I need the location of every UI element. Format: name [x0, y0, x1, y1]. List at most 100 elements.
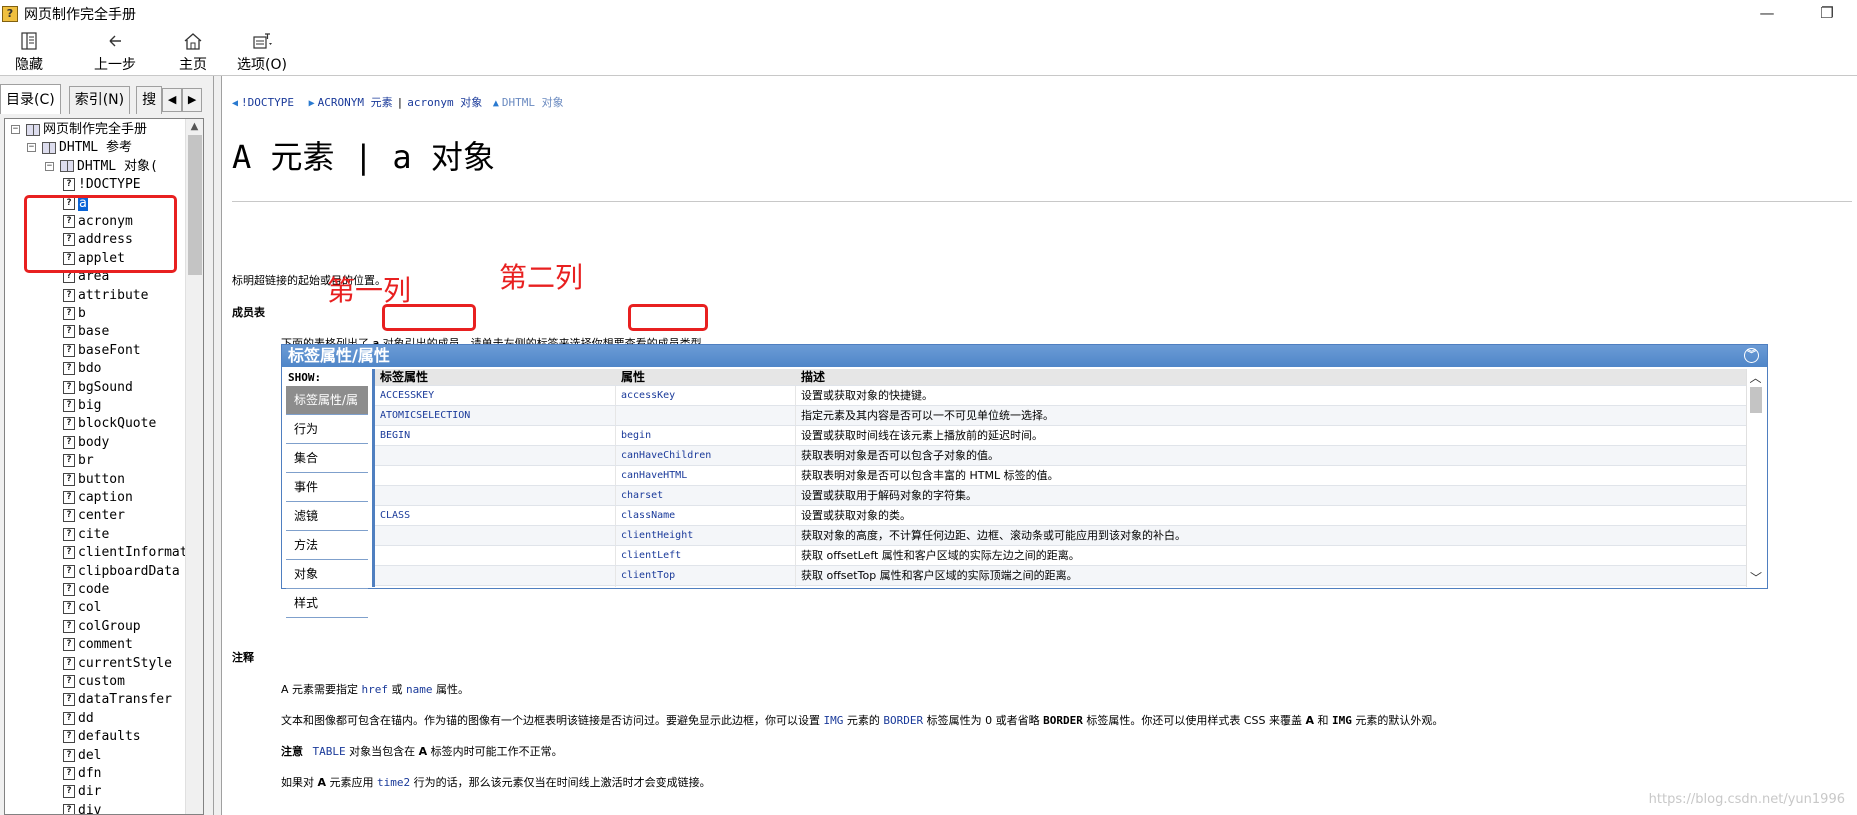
tree-scroll-up-icon[interactable]: ▲	[186, 119, 203, 135]
member-type-item[interactable]: 标签属性/属性	[286, 386, 368, 436]
attribute-cell[interactable]: BEGIN	[375, 426, 615, 445]
tree-item[interactable]: − DHTML 对象(	[45, 158, 158, 176]
note1-href-link[interactable]: href	[362, 683, 389, 696]
tree-item[interactable]: ? button	[63, 471, 125, 489]
tree-item[interactable]: ? bdo	[63, 360, 101, 378]
table-scroll-up-icon[interactable]: ︿	[1747, 369, 1764, 387]
property-cell[interactable]: clientWidth	[615, 586, 795, 587]
property-cell[interactable]: clientTop	[615, 566, 795, 585]
restore-button[interactable]: ❐	[1797, 0, 1857, 28]
tree-item[interactable]: ? currentStyle	[63, 655, 172, 673]
minimize-button[interactable]: —	[1737, 0, 1797, 28]
tree-item[interactable]: ? code	[63, 581, 109, 599]
member-type-item[interactable]: 事件	[286, 473, 368, 502]
tree-item[interactable]: ? address	[63, 231, 133, 249]
tree-item[interactable]: ? base	[63, 323, 109, 341]
tree-item[interactable]: ? cite	[63, 526, 109, 544]
tree-item[interactable]: ?clientInformation	[63, 544, 185, 562]
note3-table-link[interactable]: TABLE	[313, 745, 346, 758]
tree-item[interactable]: ? del	[63, 747, 101, 765]
collapse-icon[interactable]: ︾	[1744, 348, 1759, 363]
attribute-cell[interactable]: CLASS	[375, 506, 615, 525]
pane-splitter[interactable]	[214, 76, 222, 815]
tree-item[interactable]: ? defaults	[63, 728, 141, 746]
tree-item[interactable]: ? body	[63, 434, 109, 452]
tab-scroll-right-button[interactable]: ▶	[182, 88, 203, 112]
tree-item[interactable]: ? caption	[63, 489, 133, 507]
table-scroll-thumb[interactable]	[1750, 387, 1762, 413]
tree-item[interactable]: − DHTML 参考	[27, 139, 132, 157]
note4-time2-link[interactable]: time2	[377, 776, 410, 789]
table-scroll-down-icon[interactable]: ﹀	[1747, 569, 1764, 587]
breadcrumb-next-link[interactable]: ACRONYM 元素	[318, 96, 393, 109]
property-cell[interactable]: accessKey	[615, 386, 795, 405]
tree-item[interactable]: ? comment	[63, 636, 133, 654]
tree-item[interactable]: ? br	[63, 452, 94, 470]
tree-item[interactable]: ? bgSound	[63, 379, 133, 397]
tree-item[interactable]: ? custom	[63, 673, 125, 691]
back-button[interactable]: 上一步	[72, 28, 158, 76]
tree-item[interactable]: ? colGroup	[63, 618, 141, 636]
property-cell[interactable]: clientLeft	[615, 546, 795, 565]
member-type-item[interactable]: 方法	[286, 531, 368, 560]
tree-collapse-icon[interactable]: −	[27, 143, 36, 153]
description-cell: 获取对象的高度，不计算任何边距、边框、滚动条或可能应用到该对象的补白。	[795, 526, 1749, 545]
property-cell[interactable]: begin	[615, 426, 795, 445]
home-button[interactable]: 主页	[168, 28, 218, 76]
tree-item[interactable]: ? col	[63, 599, 101, 617]
attribute-cell[interactable]: ACCESSKEY	[375, 386, 615, 405]
member-type-item[interactable]: 集合	[286, 444, 368, 473]
property-cell[interactable]: className	[615, 506, 795, 525]
help-page-icon: ?	[63, 380, 75, 394]
note3-part1: 对象当包含在	[349, 745, 416, 758]
tree-collapse-icon[interactable]: −	[11, 125, 20, 134]
tree-item[interactable]: ? baseFont	[63, 342, 141, 360]
note1-name-link[interactable]: name	[406, 683, 433, 696]
tree-item[interactable]: ? acronym	[63, 213, 133, 231]
property-cell[interactable]: charset	[615, 486, 795, 505]
home-icon	[184, 33, 202, 50]
note2-img-link[interactable]: IMG	[824, 714, 844, 727]
tree-item[interactable]: ? area	[63, 268, 109, 286]
tree-item[interactable]: ? b	[63, 305, 86, 323]
tab-contents[interactable]: 目录(C)	[0, 84, 61, 114]
notes-heading: 注释	[232, 651, 254, 664]
tree-item[interactable]: ? clipboardData	[63, 563, 180, 581]
tree-item[interactable]: ? a	[63, 195, 88, 213]
tree-scroll-thumb[interactable]	[188, 135, 202, 275]
note2-border-link[interactable]: BORDER	[883, 714, 923, 727]
tree-item[interactable]: − 网页制作完全手册	[11, 121, 147, 139]
tree-scrollbar[interactable]: ▲	[185, 119, 203, 814]
tree-item[interactable]: ? center	[63, 507, 125, 525]
property-cell[interactable]: canHaveChildren	[615, 446, 795, 465]
tree-item[interactable]: ? dir	[63, 783, 101, 801]
member-type-item[interactable]: 样式	[286, 589, 368, 618]
attribute-cell[interactable]: ATOMICSELECTION	[375, 406, 615, 425]
tab-search[interactable]: 搜	[136, 86, 163, 114]
tree-item[interactable]: ? attribute	[63, 287, 148, 305]
breadcrumb-next-object-link[interactable]: acronym 对象	[407, 96, 482, 109]
options-button[interactable]: 选项(O)	[232, 28, 292, 76]
member-type-item[interactable]: 对象	[286, 560, 368, 589]
tree-item[interactable]: ? dfn	[63, 765, 101, 783]
hide-button[interactable]: 隐藏	[0, 28, 58, 76]
tree-item[interactable]: ? blockQuote	[63, 415, 156, 433]
tree-item[interactable]: ? !DOCTYPE	[63, 176, 141, 194]
members-table-scrollbar[interactable]: ︿ ﹀	[1746, 369, 1764, 587]
next-triangle-icon: ▶	[308, 98, 315, 109]
tree-item[interactable]: ? div	[63, 802, 101, 814]
breadcrumb-up-link[interactable]: DHTML 对象	[502, 96, 564, 109]
tree-collapse-icon[interactable]: −	[45, 161, 54, 171]
tree-item[interactable]: ? big	[63, 397, 101, 415]
tree-item[interactable]: ? dataTransfer	[63, 691, 172, 709]
note2-part2: 元素的	[846, 714, 880, 727]
member-type-item[interactable]: 滤镜	[286, 502, 368, 531]
property-cell[interactable]: canHaveHTML	[615, 466, 795, 485]
tab-index[interactable]: 索引(N)	[68, 86, 131, 114]
tree-item[interactable]: ? applet	[63, 250, 125, 268]
tree-item[interactable]: ? dd	[63, 710, 94, 728]
property-cell[interactable]: clientHeight	[615, 526, 795, 545]
breadcrumb-prev-link[interactable]: !DOCTYPE	[241, 96, 294, 109]
tab-scroll-left-button[interactable]: ◀	[162, 88, 183, 112]
member-type-item[interactable]: 行为	[286, 415, 368, 444]
